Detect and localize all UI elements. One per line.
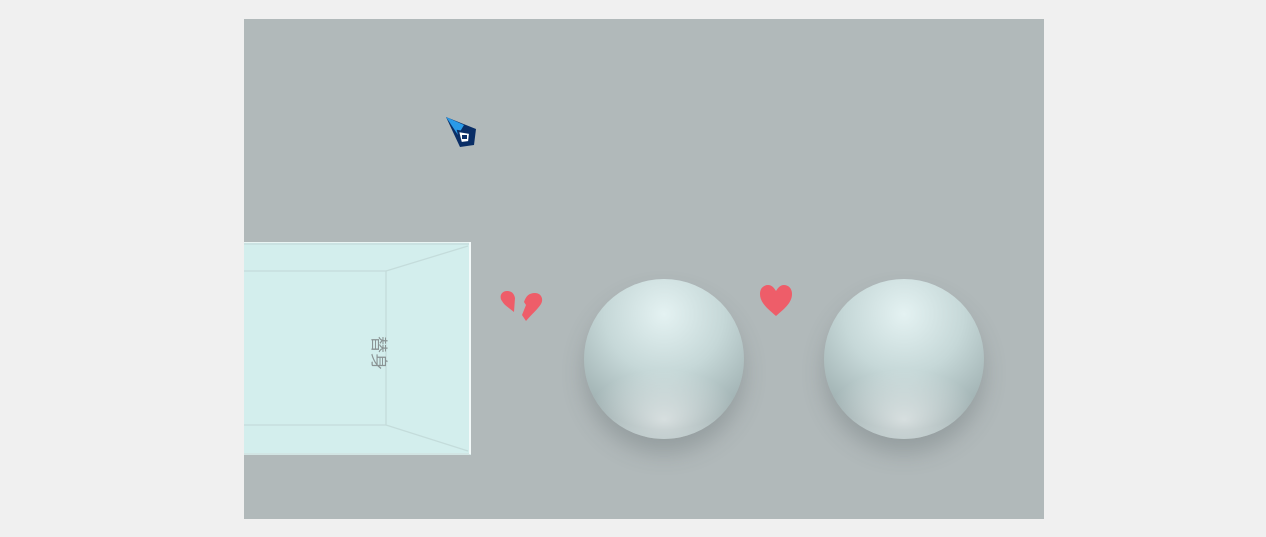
box-label: 替身: [368, 336, 388, 370]
heart-icon: [760, 285, 792, 316]
broken-heart-icon: [500, 291, 543, 321]
glass-ball-left[interactable]: [584, 279, 744, 439]
pen-cursor-icon: [446, 117, 476, 147]
game-stage[interactable]: 替身: [244, 19, 1044, 519]
glass-ball-right[interactable]: [824, 279, 984, 439]
